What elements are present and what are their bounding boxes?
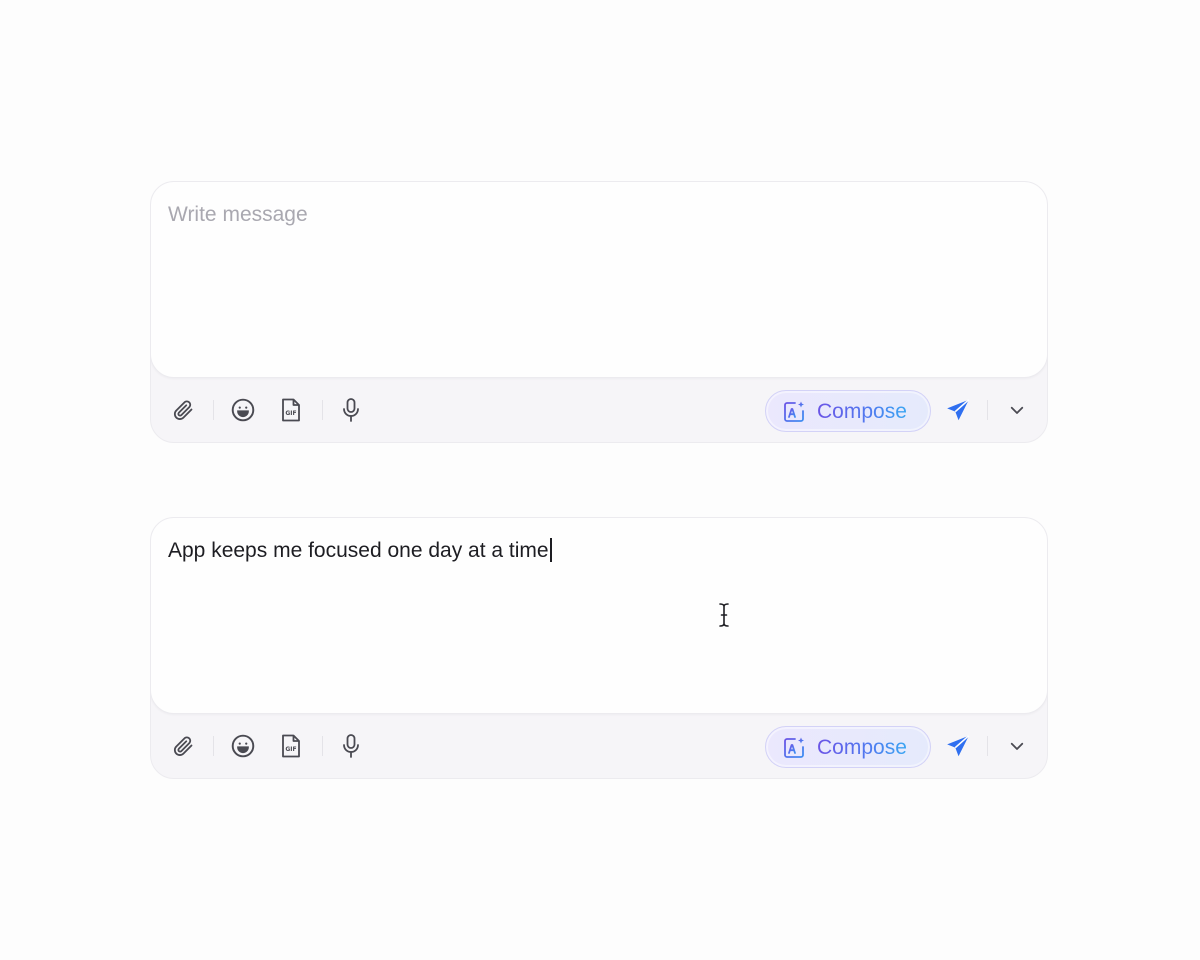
- ai-sparkle-icon: [784, 401, 804, 422]
- message-input[interactable]: Write message: [151, 182, 1047, 378]
- send-icon: [947, 399, 970, 421]
- microphone-icon: [343, 398, 359, 422]
- voice-button[interactable]: [335, 394, 367, 426]
- attach-button[interactable]: [167, 730, 199, 762]
- attach-button[interactable]: [167, 394, 199, 426]
- paperclip-icon: [173, 736, 193, 756]
- message-value: App keeps me focused one day at a time: [168, 539, 549, 562]
- gif-file-icon: GIF: [282, 734, 300, 758]
- emoji-button[interactable]: [227, 730, 259, 762]
- message-input[interactable]: App keeps me focused one day at a time: [151, 518, 1047, 714]
- toolbar-divider: [987, 400, 988, 420]
- gif-button[interactable]: GIF: [275, 394, 307, 426]
- message-placeholder: Write message: [168, 203, 308, 226]
- toolbar-divider: [213, 736, 214, 756]
- toolbar-divider: [322, 400, 323, 420]
- paperclip-icon: [173, 400, 193, 420]
- toolbar-divider: [213, 400, 214, 420]
- chevron-down-icon: [1010, 742, 1024, 750]
- svg-text:GIF: GIF: [285, 410, 296, 417]
- ai-compose-button[interactable]: Compose: [765, 726, 931, 768]
- message-composer-empty: Write message GIF Compose: [150, 181, 1048, 443]
- compose-label: Compose: [817, 400, 907, 423]
- compose-label: Compose: [817, 736, 907, 759]
- composer-toolbar: GIF Compose: [151, 378, 1047, 442]
- gif-file-icon: GIF: [282, 398, 300, 422]
- voice-button[interactable]: [335, 730, 367, 762]
- composer-toolbar: GIF Compose: [151, 714, 1047, 778]
- text-caret: [549, 538, 552, 562]
- svg-text:GIF: GIF: [285, 746, 296, 753]
- message-composer-typed: App keeps me focused one day at a time G…: [150, 517, 1048, 779]
- gif-button[interactable]: GIF: [275, 730, 307, 762]
- send-options-button[interactable]: [1001, 730, 1033, 762]
- send-icon: [947, 735, 970, 757]
- toolbar-divider: [987, 736, 988, 756]
- emoji-icon: [231, 398, 255, 422]
- toolbar-divider: [322, 736, 323, 756]
- message-text: App keeps me focused one day at a time: [168, 538, 552, 564]
- chevron-down-icon: [1010, 406, 1024, 414]
- send-button[interactable]: [942, 394, 974, 426]
- microphone-icon: [343, 734, 359, 758]
- ibeam-cursor-icon: [719, 603, 729, 627]
- emoji-button[interactable]: [227, 394, 259, 426]
- ai-compose-button[interactable]: Compose: [765, 390, 931, 432]
- ai-sparkle-icon: [784, 737, 804, 758]
- emoji-icon: [231, 734, 255, 758]
- send-button[interactable]: [942, 730, 974, 762]
- send-options-button[interactable]: [1001, 394, 1033, 426]
